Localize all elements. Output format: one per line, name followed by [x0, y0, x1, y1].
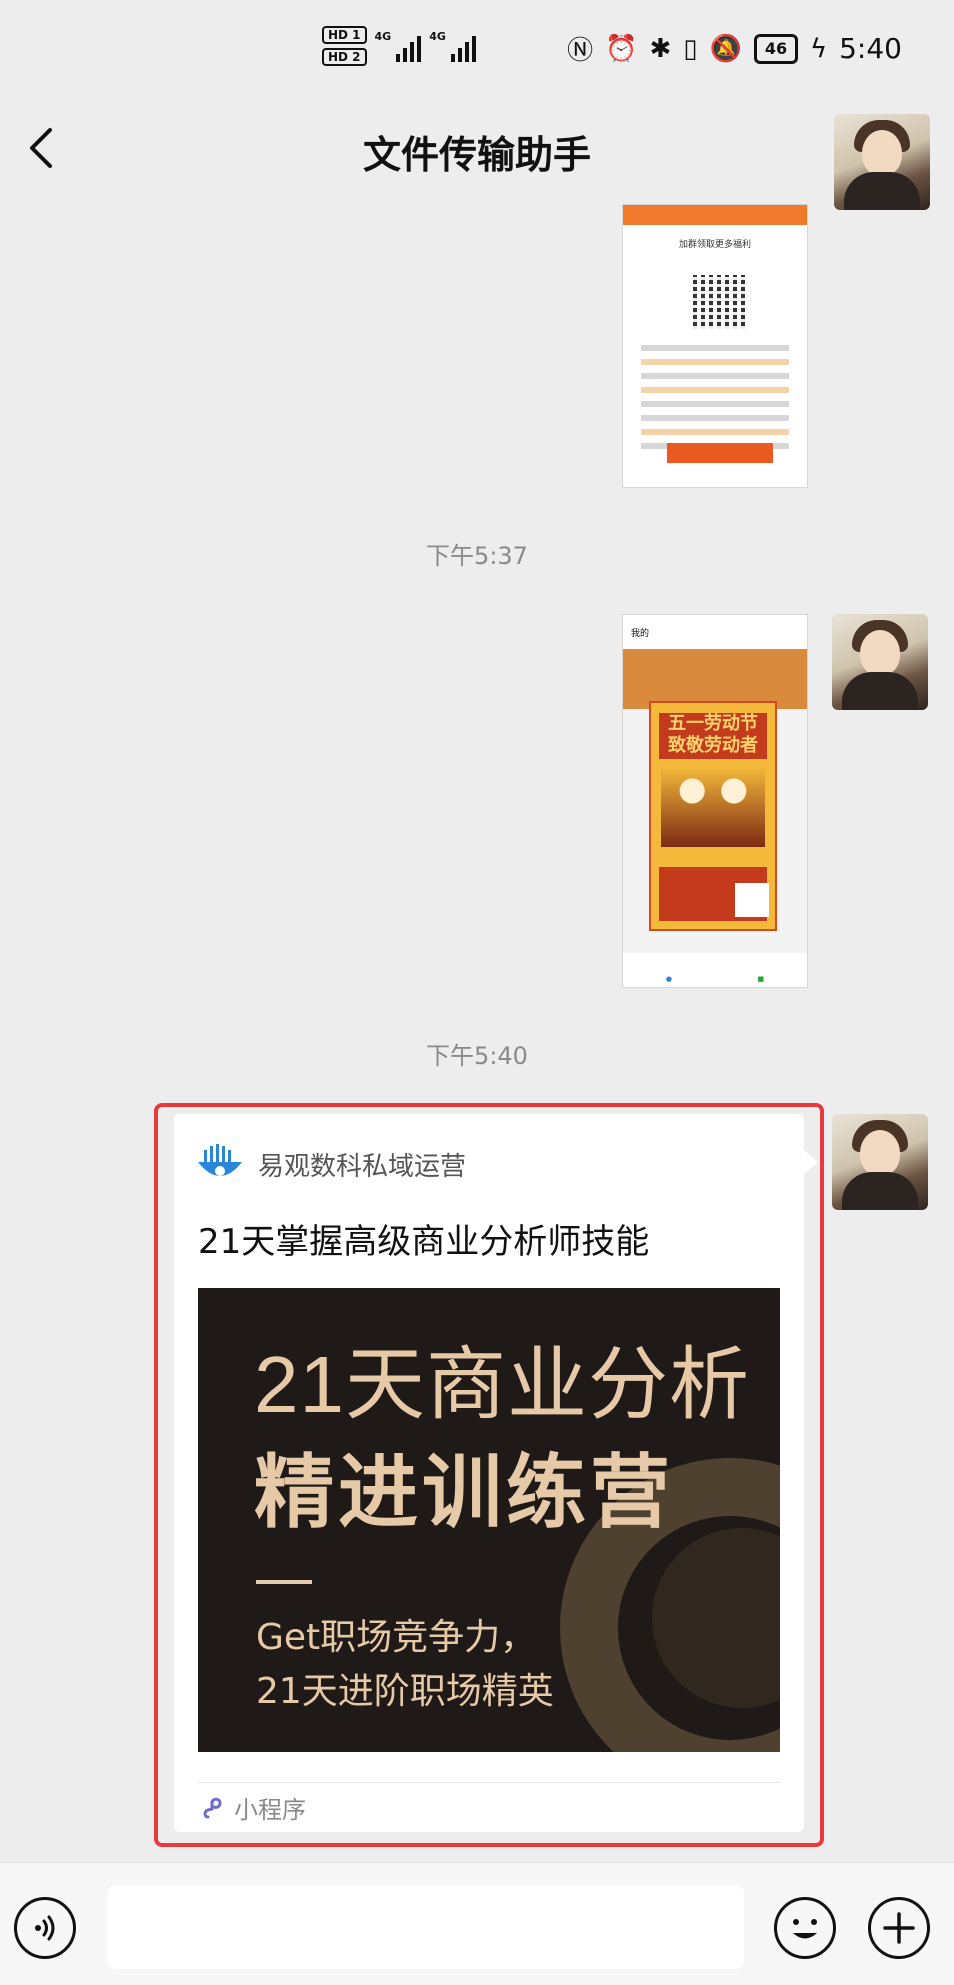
nfc-icon: Ⓝ: [567, 36, 594, 66]
plus-button[interactable]: [868, 1897, 930, 1959]
plus-icon: [883, 1912, 915, 1944]
chat-header: 文件传输助手: [0, 104, 954, 192]
avatar[interactable]: [834, 114, 930, 210]
charging-icon: ϟ: [809, 33, 828, 64]
image-message[interactable]: 我的 五一劳动节 致敬劳动者 ● ■: [622, 614, 808, 988]
highlight-box: [154, 1103, 824, 1847]
timestamp: 下午5:37: [426, 542, 528, 570]
qr-code: [693, 275, 747, 329]
vibrate-icon: ▯: [683, 33, 698, 64]
qr-code: [735, 883, 769, 917]
screenshot-tabbar: ● ■: [623, 953, 807, 987]
poster-image: 五一劳动节 致敬劳动者: [649, 701, 777, 931]
hd1-badge: HD 1: [322, 26, 367, 44]
battery-icon: 46: [753, 33, 798, 64]
mute-icon: 🔕: [709, 33, 742, 64]
avatar[interactable]: [832, 1114, 928, 1210]
screenshot-nav: 我的: [623, 615, 807, 649]
voice-button[interactable]: [14, 1897, 76, 1959]
status-bar: HD 1 HD 2 4G 4G Ⓝ ⏰ ✱ ▯ 🔕 46 ϟ 5:40: [0, 0, 954, 104]
poster-title: 五一劳动节 致敬劳动者: [659, 713, 767, 759]
message-input[interactable]: [108, 1885, 744, 1969]
screenshot-button: [667, 443, 773, 463]
timestamp: 下午5:40: [426, 1042, 528, 1070]
alarm-icon: ⏰: [605, 33, 638, 64]
screenshot-caption: 加群领取更多福利: [678, 240, 751, 250]
avatar[interactable]: [832, 614, 928, 710]
screenshot-content: 加群领取更多福利: [631, 225, 799, 475]
signal-1-label: 4G: [374, 30, 392, 43]
emoji-icon: [793, 1919, 817, 1939]
emoji-button[interactable]: [774, 1897, 836, 1959]
voice-icon: [35, 1915, 55, 1941]
network-indicators: HD 1 HD 2 4G 4G: [322, 26, 476, 66]
clock: 5:40: [839, 32, 902, 65]
hd2-badge: HD 2: [322, 48, 367, 66]
signal-2-icon: 4G: [429, 30, 476, 62]
hd-badges: HD 1 HD 2: [322, 26, 367, 66]
image-message[interactable]: 加群领取更多福利: [622, 204, 808, 488]
signal-2-label: 4G: [429, 30, 446, 43]
bluetooth-icon: ✱: [649, 33, 672, 64]
signal-1-icon: 4G: [375, 30, 422, 62]
input-bar: [0, 1862, 954, 1985]
page-title: 文件传输助手: [362, 133, 591, 177]
system-indicators: Ⓝ ⏰ ✱ ▯ 🔕 46 ϟ 5:40: [567, 30, 902, 67]
